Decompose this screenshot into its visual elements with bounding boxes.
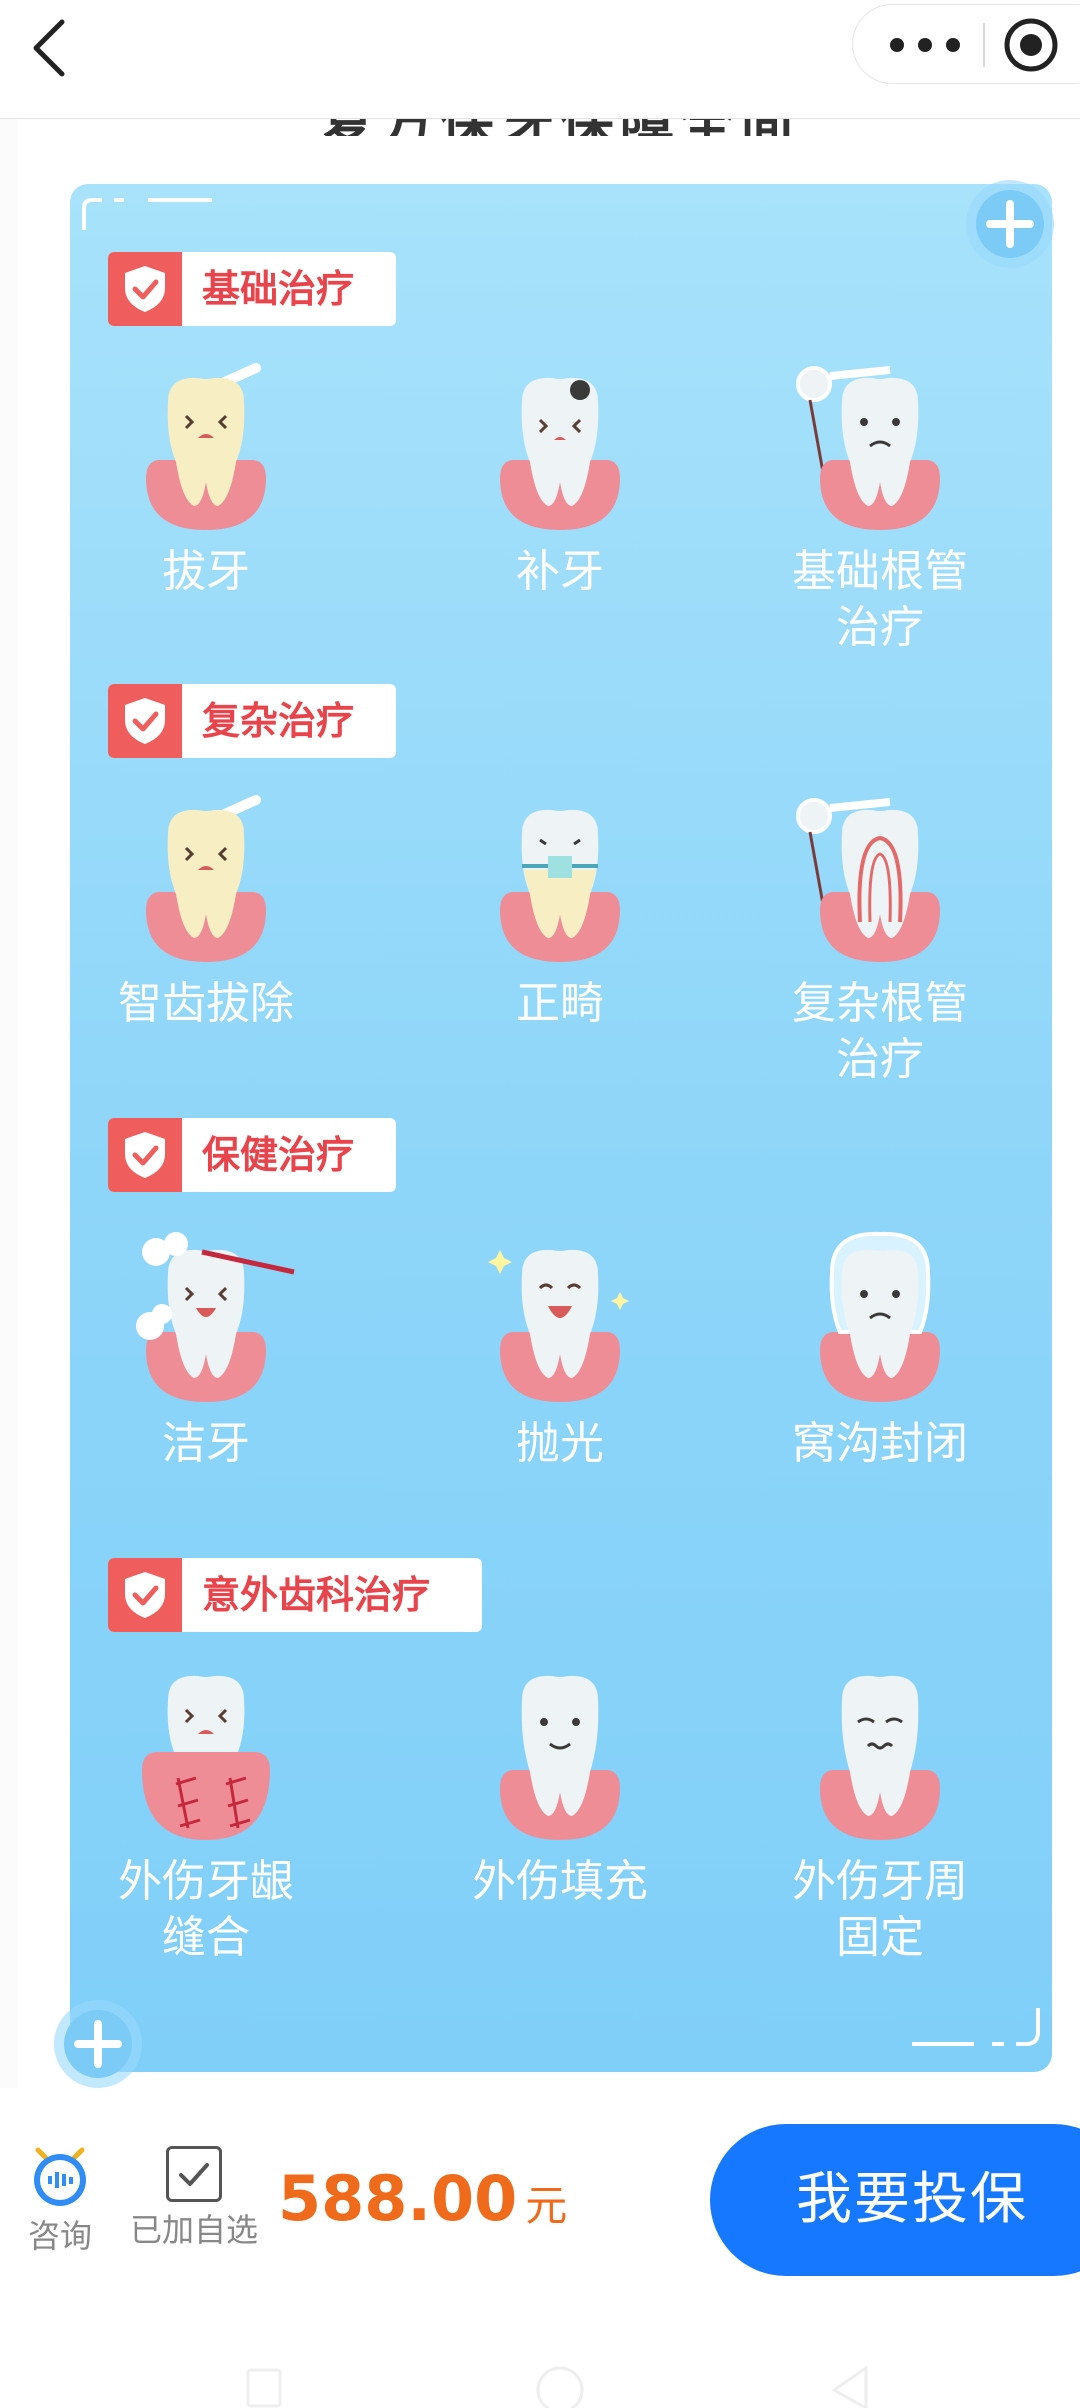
treatment-item: 正畸: [400, 782, 720, 1032]
chevron-left-icon: [33, 19, 65, 77]
treatment-item: 洁牙: [46, 1222, 366, 1472]
consult-label: 咨询: [27, 2217, 92, 2255]
buy-insurance-button[interactable]: 我要投保: [710, 2124, 1080, 2276]
item-label: 基础根管 治疗: [792, 546, 968, 653]
system-home-icon[interactable]: [530, 2360, 590, 2408]
item-label: 外伤牙周 固定: [792, 1856, 968, 1963]
section-tag-complex: 复杂治疗: [108, 684, 396, 758]
checkbox-checked-icon: [166, 2146, 222, 2202]
favorite-button[interactable]: 已加自选: [124, 2146, 264, 2250]
section-tag-basic: 基础治疗: [108, 252, 396, 326]
shield-check-icon: [108, 1558, 182, 1632]
treatment-item: 外伤牙周 固定: [720, 1660, 1040, 1966]
trauma-filling-icon: [500, 1675, 620, 1840]
item-label: 洁牙: [162, 1418, 250, 1469]
section-tag-accident: 意外齿科治疗: [108, 1558, 482, 1632]
treatment-item: 窝沟封闭: [720, 1222, 1040, 1472]
treatment-item: 智齿拔除: [46, 782, 366, 1032]
item-label: 外伤牙龈 缝合: [118, 1856, 294, 1963]
mini-program-capsule: [852, 4, 1080, 84]
close-target-button[interactable]: [1003, 17, 1059, 73]
item-label: 智齿拔除: [118, 978, 294, 1029]
periodontal-fixation-icon: [820, 1675, 940, 1840]
teeth-cleaning-icon: [136, 1232, 295, 1402]
item-label: 拔牙: [162, 546, 250, 597]
tooth-extraction-icon: [146, 363, 266, 530]
more-dots-icon: [890, 38, 960, 52]
treatment-item: 补牙: [400, 350, 720, 600]
corner-deco-top-left: [82, 198, 212, 230]
item-label: 补牙: [516, 546, 604, 597]
left-edge-strip: [0, 118, 18, 2088]
section-title: 保健治疗: [202, 1133, 355, 1177]
gum-suture-icon: [142, 1675, 270, 1840]
treatment-item: 外伤填充: [400, 1660, 720, 1910]
complex-root-canal-icon: [796, 798, 940, 962]
braces-icon: [500, 809, 620, 962]
corner-deco-bottom-right: [912, 2008, 1040, 2046]
consult-button[interactable]: 咨询: [24, 2140, 96, 2256]
plus-decoration-top-right: [966, 180, 1054, 268]
item-label: 抛光: [516, 1418, 604, 1469]
capsule-divider: [983, 23, 985, 67]
item-label: 外伤填充: [472, 1856, 648, 1907]
section-tag-care: 保健治疗: [108, 1118, 396, 1192]
tooth-filling-icon: [500, 377, 620, 530]
system-recents-icon[interactable]: [244, 2360, 284, 2408]
assistant-bot-icon: [34, 2147, 86, 2206]
item-label: 复杂根管 治疗: [792, 978, 968, 1085]
shield-check-icon: [108, 1118, 182, 1192]
treatment-item: 基础根管 治疗: [720, 350, 1040, 656]
item-label: 窝沟封闭: [792, 1418, 968, 1469]
shield-check-icon: [108, 684, 182, 758]
shield-check-icon: [108, 252, 182, 326]
plus-decoration-bottom-left: [54, 2000, 142, 2088]
price-display: 588.00 元: [278, 2162, 567, 2235]
section-title: 基础治疗: [202, 267, 355, 311]
target-icon: [1004, 18, 1058, 72]
section-title: 意外齿科治疗: [202, 1573, 431, 1617]
wisdom-tooth-icon: [146, 795, 266, 962]
more-button[interactable]: [853, 5, 983, 83]
price-unit: 元: [525, 2181, 568, 2230]
favorite-label: 已加自选: [129, 2211, 258, 2249]
treatment-item: 复杂根管 治疗: [720, 782, 1040, 1088]
back-button[interactable]: [18, 12, 88, 82]
system-back-icon[interactable]: [826, 2360, 870, 2408]
section-title: 复杂治疗: [202, 699, 355, 743]
item-label: 正畸: [516, 978, 604, 1029]
treatment-item: 拔牙: [46, 350, 366, 600]
polishing-icon: [488, 1249, 629, 1402]
price-value: 588.00: [278, 2162, 518, 2235]
fissure-sealant-icon: [820, 1231, 940, 1402]
treatment-item: 抛光: [400, 1222, 720, 1472]
treatment-item: 外伤牙龈 缝合: [46, 1660, 366, 1966]
root-canal-mirror-icon: [796, 366, 940, 530]
top-nav-bar: [0, 0, 1080, 119]
